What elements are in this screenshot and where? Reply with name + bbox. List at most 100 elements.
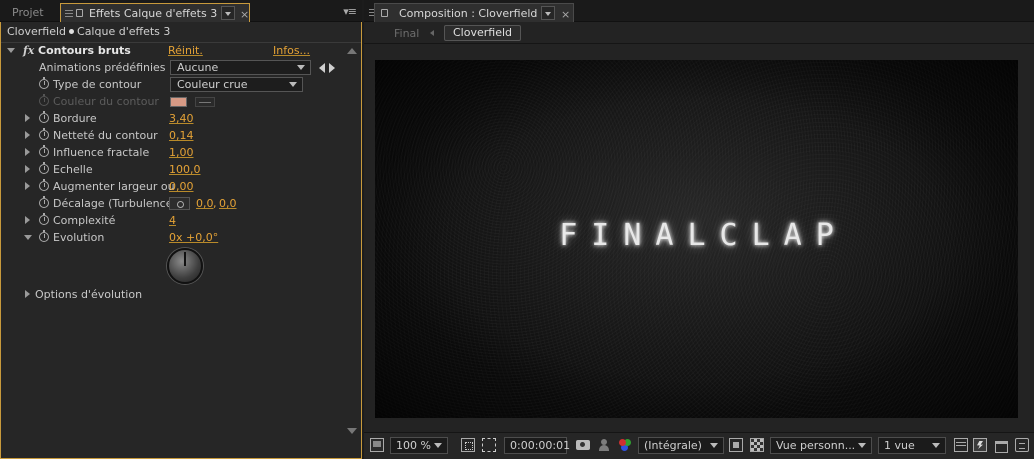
evolution-value[interactable]: 0x +0,0° — [169, 229, 218, 246]
tab-composition[interactable]: Composition : Cloverfield × — [374, 3, 574, 22]
render-icon[interactable] — [973, 438, 987, 452]
effect-header-row[interactable]: fx Contours bruts Réinit. Infos... — [1, 42, 346, 59]
next-preset-icon[interactable] — [329, 63, 335, 73]
complexity-label: Complexité — [53, 214, 116, 227]
resolution-dropdown[interactable]: (Intégrale) — [638, 437, 724, 454]
chevron-left-icon — [430, 30, 434, 36]
complexity-value[interactable]: 4 — [169, 212, 176, 229]
previous-preset-icon[interactable] — [319, 63, 325, 73]
composition-navigator: Final Cloverfield — [364, 22, 1034, 44]
lock-icon[interactable] — [381, 9, 388, 17]
scale-label: Echelle — [53, 163, 93, 176]
subtab-cloverfield[interactable]: Cloverfield — [444, 25, 522, 41]
view-layout-dropdown[interactable]: 1 vue — [878, 437, 946, 454]
preview-title-text: FINALCLAP — [559, 218, 848, 253]
border-value[interactable]: 3,40 — [169, 110, 194, 127]
tab-dropdown-arrow-icon[interactable] — [541, 6, 555, 20]
panel-menu-icon[interactable]: ▾≡ — [343, 5, 357, 18]
reset-exposure-icon[interactable] — [1015, 438, 1029, 452]
stopwatch-icon[interactable] — [39, 145, 49, 157]
offset-x-value[interactable]: 0,0 — [196, 195, 214, 212]
edge-type-label: Type de contour — [53, 78, 142, 91]
breadcrumb-separator-icon — [69, 29, 75, 34]
stretch-width-value[interactable]: 0,00 — [169, 178, 194, 195]
zoom-dropdown[interactable]: 100 % — [390, 437, 448, 454]
view-dropdown[interactable]: Vue personn... — [770, 437, 872, 454]
stopwatch-icon[interactable] — [39, 230, 49, 242]
channels-rgb-icon[interactable] — [618, 438, 632, 452]
fast-preview-icon[interactable] — [729, 438, 743, 452]
offset-row: Décalage (Turbulence 0,0 , 0,0 — [1, 195, 346, 212]
subtab-final[interactable]: Final — [394, 27, 419, 40]
snapshot-camera-icon[interactable] — [576, 440, 590, 450]
scroll-up-icon[interactable] — [347, 48, 357, 54]
edge-sharpness-value[interactable]: 0,14 — [169, 127, 194, 144]
show-snapshot-icon[interactable] — [597, 438, 611, 452]
tab-effets[interactable]: Effets Calque d'effets 3 × — [60, 3, 250, 22]
composition-viewer[interactable]: FINALCLAP — [364, 44, 1034, 432]
info-link[interactable]: Infos... — [273, 42, 310, 59]
tab-composition-label: Composition : Cloverfield — [399, 7, 538, 20]
edge-color-swatch[interactable] — [170, 97, 187, 107]
border-row: Bordure 3,40 — [1, 110, 346, 127]
dial-needle — [184, 252, 186, 266]
composition-preview[interactable]: FINALCLAP — [375, 60, 1018, 418]
presets-row: Animations prédéfinies : Aucune — [1, 59, 346, 76]
flowchart-icon[interactable] — [994, 438, 1008, 453]
stretch-width-label: Augmenter largeur ou — [53, 180, 175, 193]
expand-triangle-icon[interactable] — [7, 48, 15, 53]
always-preview-icon[interactable] — [370, 438, 384, 452]
transparency-grid-icon[interactable] — [750, 438, 764, 452]
left-tab-bar: Projet Effets Calque d'effets 3 × ▾≡ — [0, 0, 362, 22]
fx-icon[interactable]: fx — [23, 42, 34, 59]
breadcrumb-layer: Calque d'effets 3 — [77, 25, 171, 38]
presets-dropdown[interactable]: Aucune — [170, 60, 311, 75]
eyedropper-icon[interactable] — [195, 97, 215, 107]
safe-margins-icon[interactable] — [461, 438, 475, 452]
expand-triangle-icon[interactable] — [25, 131, 30, 139]
expand-triangle-icon[interactable] — [25, 114, 30, 122]
current-time-field[interactable]: 0:00:00:01 — [504, 437, 570, 454]
stopwatch-icon[interactable] — [39, 162, 49, 174]
scroll-down-icon[interactable] — [347, 428, 357, 434]
expand-triangle-icon[interactable] — [24, 235, 32, 240]
edge-color-row: Couleur du contour — [1, 93, 346, 110]
complexity-row: Complexité 4 — [1, 212, 346, 229]
right-tab-bar: Composition : Cloverfield × — [364, 0, 1034, 22]
evolution-options-row[interactable]: Options d'évolution — [1, 286, 346, 303]
stopwatch-icon[interactable] — [39, 179, 49, 191]
tab-dropdown-arrow-icon[interactable] — [221, 6, 235, 20]
presets-label: Animations prédéfinies : — [39, 61, 173, 74]
expand-triangle-icon[interactable] — [25, 182, 30, 190]
offset-separator: , — [213, 197, 217, 210]
tab-grip-icon[interactable] — [65, 10, 73, 17]
evolution-angle-dial[interactable] — [167, 248, 203, 284]
stopwatch-icon[interactable] — [39, 128, 49, 140]
fractal-influence-value[interactable]: 1,00 — [169, 144, 194, 161]
evolution-row: Evolution 0x +0,0° — [1, 229, 346, 246]
expand-triangle-icon[interactable] — [25, 216, 30, 224]
effects-panel-body: Cloverfield Calque d'effets 3 fx Contours… — [0, 22, 362, 459]
stopwatch-icon[interactable] — [39, 196, 49, 208]
point-control-icon[interactable] — [169, 197, 190, 210]
tab-projet[interactable]: Projet — [4, 3, 58, 22]
lock-icon[interactable] — [76, 9, 83, 17]
fractal-influence-label: Influence fractale — [53, 146, 150, 159]
border-label: Bordure — [53, 112, 97, 125]
reset-link[interactable]: Réinit. — [168, 42, 203, 59]
stopwatch-icon[interactable] — [39, 213, 49, 225]
breadcrumb: Cloverfield Calque d'effets 3 — [7, 25, 170, 38]
evolution-label: Evolution — [53, 231, 105, 244]
expand-triangle-icon[interactable] — [25, 148, 30, 156]
viewer-toolbar: 100 % 0:00:00:01 (Intégrale) Vue personn… — [364, 432, 1034, 459]
edge-type-dropdown[interactable]: Couleur crue — [170, 77, 303, 92]
stopwatch-icon[interactable] — [39, 111, 49, 123]
region-of-interest-icon[interactable] — [482, 438, 496, 452]
effect-name: Contours bruts — [38, 44, 131, 57]
expand-triangle-icon[interactable] — [25, 165, 30, 173]
grid-icon[interactable] — [954, 438, 968, 452]
expand-triangle-icon[interactable] — [25, 290, 30, 298]
offset-y-value[interactable]: 0,0 — [219, 195, 237, 212]
scale-value[interactable]: 100,0 — [169, 161, 201, 178]
stopwatch-icon[interactable] — [39, 77, 49, 89]
